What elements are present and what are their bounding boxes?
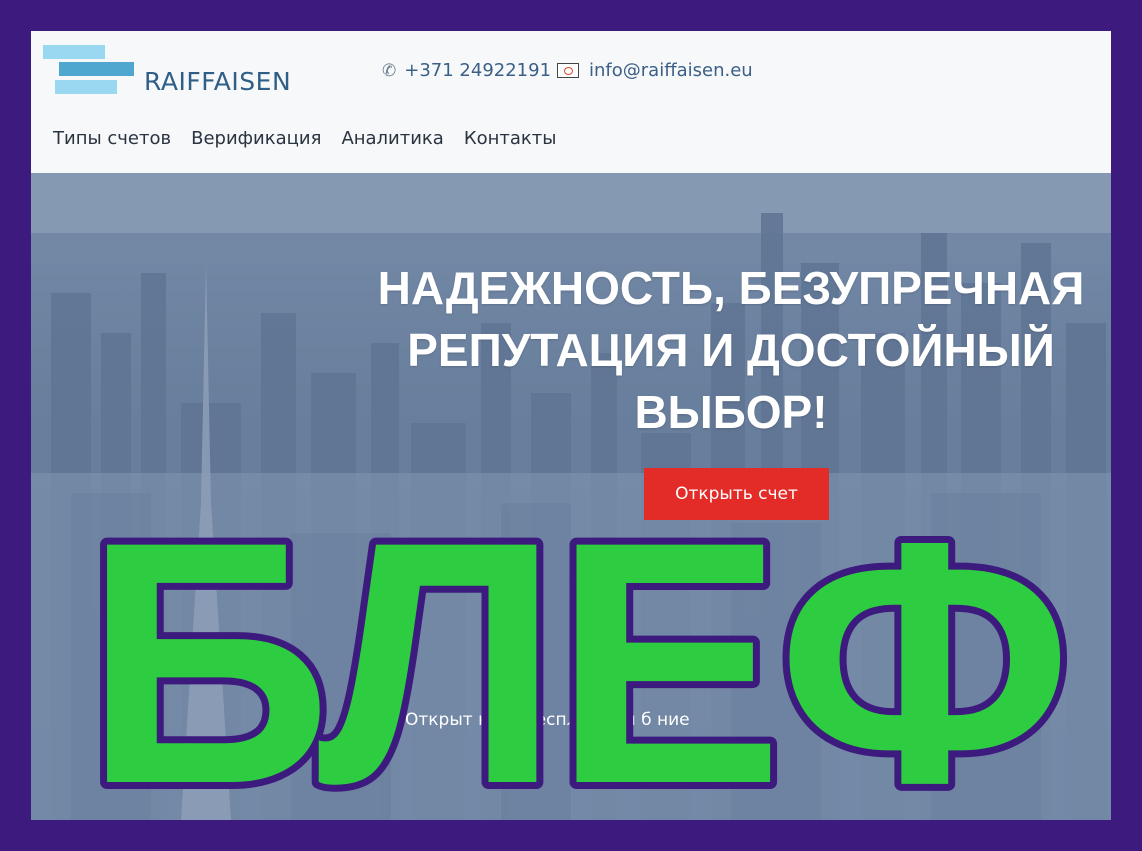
open-account-button[interactable]: Открыть счет bbox=[644, 468, 829, 520]
mail-icon bbox=[557, 63, 579, 78]
nav-item-verification[interactable]: Верификация bbox=[191, 128, 321, 149]
phone-icon: ✆ bbox=[382, 60, 397, 81]
email-address: info@raiffaisen.eu bbox=[589, 60, 753, 81]
nav-item-contacts[interactable]: Контакты bbox=[464, 128, 557, 149]
phone-contact[interactable]: ✆ +371 24922191 bbox=[382, 60, 551, 81]
nav-item-account-types[interactable]: Типы счетов bbox=[53, 128, 171, 149]
logo-text: RAIFFAISEN bbox=[144, 67, 292, 96]
phone-number: +371 24922191 bbox=[404, 60, 552, 81]
main-nav: Типы счетов Верификация Аналитика Контак… bbox=[53, 128, 557, 149]
email-contact[interactable]: info@raiffaisen.eu bbox=[557, 60, 753, 81]
hero-subline: Открыт нас , бесплатно и б ние bbox=[405, 710, 690, 730]
page-frame: RAIFFAISEN ✆ +371 24922191 info@raiffais… bbox=[31, 31, 1111, 820]
headline-line-1: НАДЕЖНОСТЬ, БЕЗУПРЕЧНАЯ bbox=[377, 262, 1085, 314]
headline-line-2: РЕПУТАЦИЯ И ДОСТОЙНЫЙ bbox=[407, 324, 1055, 376]
logo[interactable]: RAIFFAISEN bbox=[43, 45, 313, 100]
headline-line-3: ВЫБОР! bbox=[634, 386, 828, 438]
logo-bars-icon bbox=[43, 45, 134, 94]
nav-item-analytics[interactable]: Аналитика bbox=[341, 128, 443, 149]
hero-section: НАДЕЖНОСТЬ, БЕЗУПРЕЧНАЯ РЕПУТАЦИЯ И ДОСТ… bbox=[31, 173, 1111, 820]
site-header: RAIFFAISEN ✆ +371 24922191 info@raiffais… bbox=[31, 31, 1111, 173]
hero-headline: НАДЕЖНОСТЬ, БЕЗУПРЕЧНАЯ РЕПУТАЦИЯ И ДОСТ… bbox=[361, 257, 1101, 443]
